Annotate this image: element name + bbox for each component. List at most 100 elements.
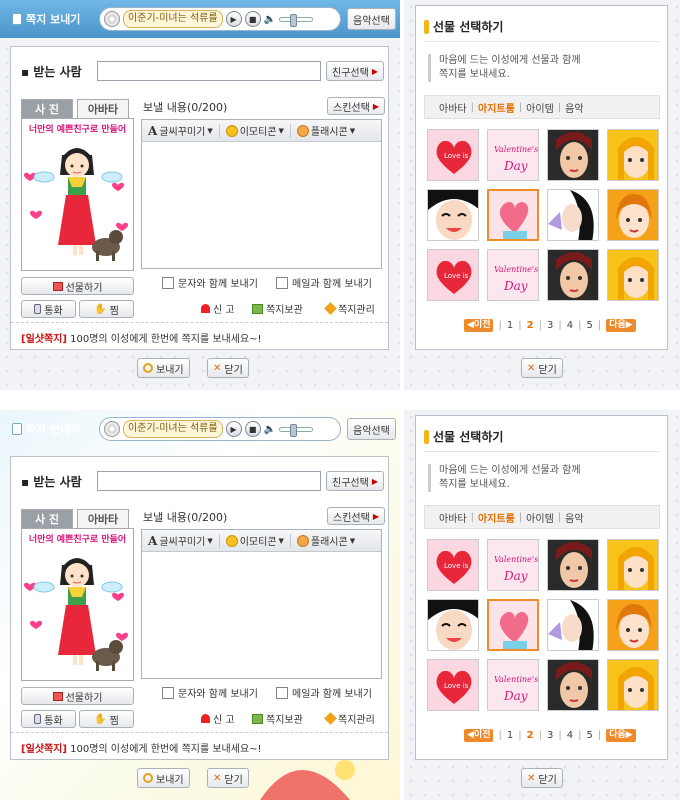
- page-3[interactable]: 3: [547, 320, 553, 331]
- close-button[interactable]: ✕ 닫기: [207, 358, 249, 378]
- manage-link[interactable]: 쪽지관리: [324, 301, 375, 316]
- call-button[interactable]: 통화: [21, 710, 76, 728]
- valentines-day-thumb[interactable]: Valentine's Day: [487, 539, 539, 591]
- sms-option[interactable]: 문자와 함께 보내기: [162, 685, 258, 700]
- mail-option[interactable]: 메일과 함께 보내기: [276, 275, 372, 290]
- next-button[interactable]: 다음▶: [606, 319, 636, 332]
- page-1[interactable]: 1: [507, 730, 513, 741]
- volume-slider[interactable]: [279, 423, 314, 437]
- manage-link[interactable]: 쪽지관리: [324, 711, 375, 726]
- song-title[interactable]: 이준기-미녀는 석류를: [123, 420, 223, 438]
- girl-dark-hair-thumb[interactable]: [547, 249, 599, 301]
- category-item[interactable]: 아이템: [522, 510, 558, 525]
- flashcon-button[interactable]: 플래시콘 ▼: [291, 533, 361, 548]
- category-item[interactable]: 아이템: [522, 100, 558, 115]
- music-select-button[interactable]: 음악선택: [347, 418, 396, 440]
- archive-link[interactable]: 쪽지보관: [252, 711, 303, 726]
- promo-line[interactable]: [일샷쪽지] 100명의 이성에게 한번에 쪽지를 보내세요~!: [21, 740, 262, 755]
- prev-button[interactable]: ◀이전: [464, 729, 494, 742]
- sms-checkbox[interactable]: [162, 686, 174, 699]
- emoticon-button[interactable]: 이모티콘 ▼: [220, 123, 290, 138]
- gift-button[interactable]: 선물하기: [21, 277, 134, 295]
- emoticon-button[interactable]: 이모티콘 ▼: [220, 533, 290, 548]
- call-button[interactable]: 통화: [21, 300, 76, 318]
- gift-close-button[interactable]: ✕ 닫기: [521, 768, 563, 788]
- close-button[interactable]: ✕ 닫기: [207, 768, 249, 788]
- valentines-day-thumb[interactable]: Valentine's Day: [487, 659, 539, 711]
- next-button[interactable]: 다음▶: [606, 729, 636, 742]
- page-5[interactable]: 5: [586, 730, 592, 741]
- category-agitroom[interactable]: 아지트룸: [474, 100, 519, 115]
- skin-select-button[interactable]: 스킨선택 ▶: [327, 507, 385, 525]
- promo-line[interactable]: [일샷쪽지] 100명의 이성에게 한번에 쪽지를 보내세요~!: [21, 330, 262, 345]
- page-2[interactable]: 2: [527, 320, 534, 331]
- page-1[interactable]: 1: [507, 320, 513, 331]
- friend-select-button[interactable]: 친구선택 ▶: [326, 471, 384, 491]
- category-music[interactable]: 음악: [561, 510, 587, 525]
- archive-link[interactable]: 쪽지보관: [252, 301, 303, 316]
- gift-button[interactable]: 선물하기: [21, 687, 134, 705]
- font-decorate-button[interactable]: A 글씨꾸미기 ▼: [142, 533, 219, 549]
- gift-close-button[interactable]: ✕ 닫기: [521, 358, 563, 378]
- report-link[interactable]: 신 고: [201, 301, 235, 316]
- play-button[interactable]: ▶: [225, 421, 242, 437]
- girl-smile-thumb[interactable]: [427, 189, 479, 241]
- category-agitroom[interactable]: 아지트룸: [474, 510, 519, 525]
- message-textarea[interactable]: [144, 144, 379, 266]
- girl-orange-thumb[interactable]: [607, 599, 659, 651]
- love-is-heart-thumb[interactable]: Love is: [427, 659, 479, 711]
- sms-checkbox[interactable]: [162, 276, 174, 289]
- heart-card-thumb[interactable]: [487, 599, 539, 651]
- page-4[interactable]: 4: [567, 730, 573, 741]
- category-avatar[interactable]: 아바타: [435, 100, 471, 115]
- skin-select-button[interactable]: 스킨선택 ▶: [327, 97, 385, 115]
- stop-button[interactable]: ■: [244, 11, 261, 27]
- recipient-input[interactable]: [97, 471, 321, 491]
- mail-checkbox[interactable]: [276, 686, 288, 699]
- mail-checkbox[interactable]: [276, 276, 288, 289]
- mail-option[interactable]: 메일과 함께 보내기: [276, 685, 372, 700]
- page-2[interactable]: 2: [527, 730, 534, 741]
- song-title[interactable]: 이준기-미녀는 석류를: [123, 10, 223, 28]
- girl-dark-hair-thumb[interactable]: [547, 659, 599, 711]
- prev-button[interactable]: ◀이전: [464, 319, 494, 332]
- tab-avatar[interactable]: 아바타: [77, 99, 129, 119]
- girl-dark-hair-thumb[interactable]: [547, 539, 599, 591]
- girl-blonde-thumb[interactable]: [607, 249, 659, 301]
- send-button[interactable]: 보내기: [137, 768, 190, 788]
- love-is-heart-thumb[interactable]: Love is: [427, 539, 479, 591]
- page-5[interactable]: 5: [586, 320, 592, 331]
- stop-button[interactable]: ■: [244, 421, 261, 437]
- category-music[interactable]: 음악: [561, 100, 587, 115]
- valentines-day-thumb[interactable]: Valentine's Day: [487, 129, 539, 181]
- love-is-heart-thumb[interactable]: Love is: [427, 129, 479, 181]
- report-link[interactable]: 신 고: [201, 711, 235, 726]
- flashcon-button[interactable]: 플래시콘 ▼: [291, 123, 361, 138]
- girl-dark-hair-thumb[interactable]: [547, 129, 599, 181]
- poke-button[interactable]: ✋ 찜: [79, 710, 134, 728]
- friend-select-button[interactable]: 친구선택 ▶: [326, 61, 384, 81]
- girl-blonde-thumb[interactable]: [607, 539, 659, 591]
- tab-photo[interactable]: 사 진: [21, 509, 73, 529]
- girl-purple-thumb[interactable]: [547, 599, 599, 651]
- send-button[interactable]: 보내기: [137, 358, 190, 378]
- love-is-heart-thumb[interactable]: Love is: [427, 249, 479, 301]
- page-4[interactable]: 4: [567, 320, 573, 331]
- page-3[interactable]: 3: [547, 730, 553, 741]
- play-button[interactable]: ▶: [225, 11, 242, 27]
- girl-smile-thumb[interactable]: [427, 599, 479, 651]
- message-textarea[interactable]: [144, 554, 379, 676]
- poke-button[interactable]: ✋ 찜: [79, 300, 134, 318]
- girl-orange-thumb[interactable]: [607, 189, 659, 241]
- valentines-day-thumb[interactable]: Valentine's Day: [487, 249, 539, 301]
- volume-slider[interactable]: [279, 13, 314, 27]
- sms-option[interactable]: 문자와 함께 보내기: [162, 275, 258, 290]
- girl-blonde-thumb[interactable]: [607, 129, 659, 181]
- recipient-input[interactable]: [97, 61, 321, 81]
- font-decorate-button[interactable]: A 글씨꾸미기 ▼: [142, 123, 219, 139]
- tab-photo[interactable]: 사 진: [21, 99, 73, 119]
- girl-purple-thumb[interactable]: [547, 189, 599, 241]
- category-avatar[interactable]: 아바타: [435, 510, 471, 525]
- music-select-button[interactable]: 음악선택: [347, 8, 396, 30]
- girl-blonde-thumb[interactable]: [607, 659, 659, 711]
